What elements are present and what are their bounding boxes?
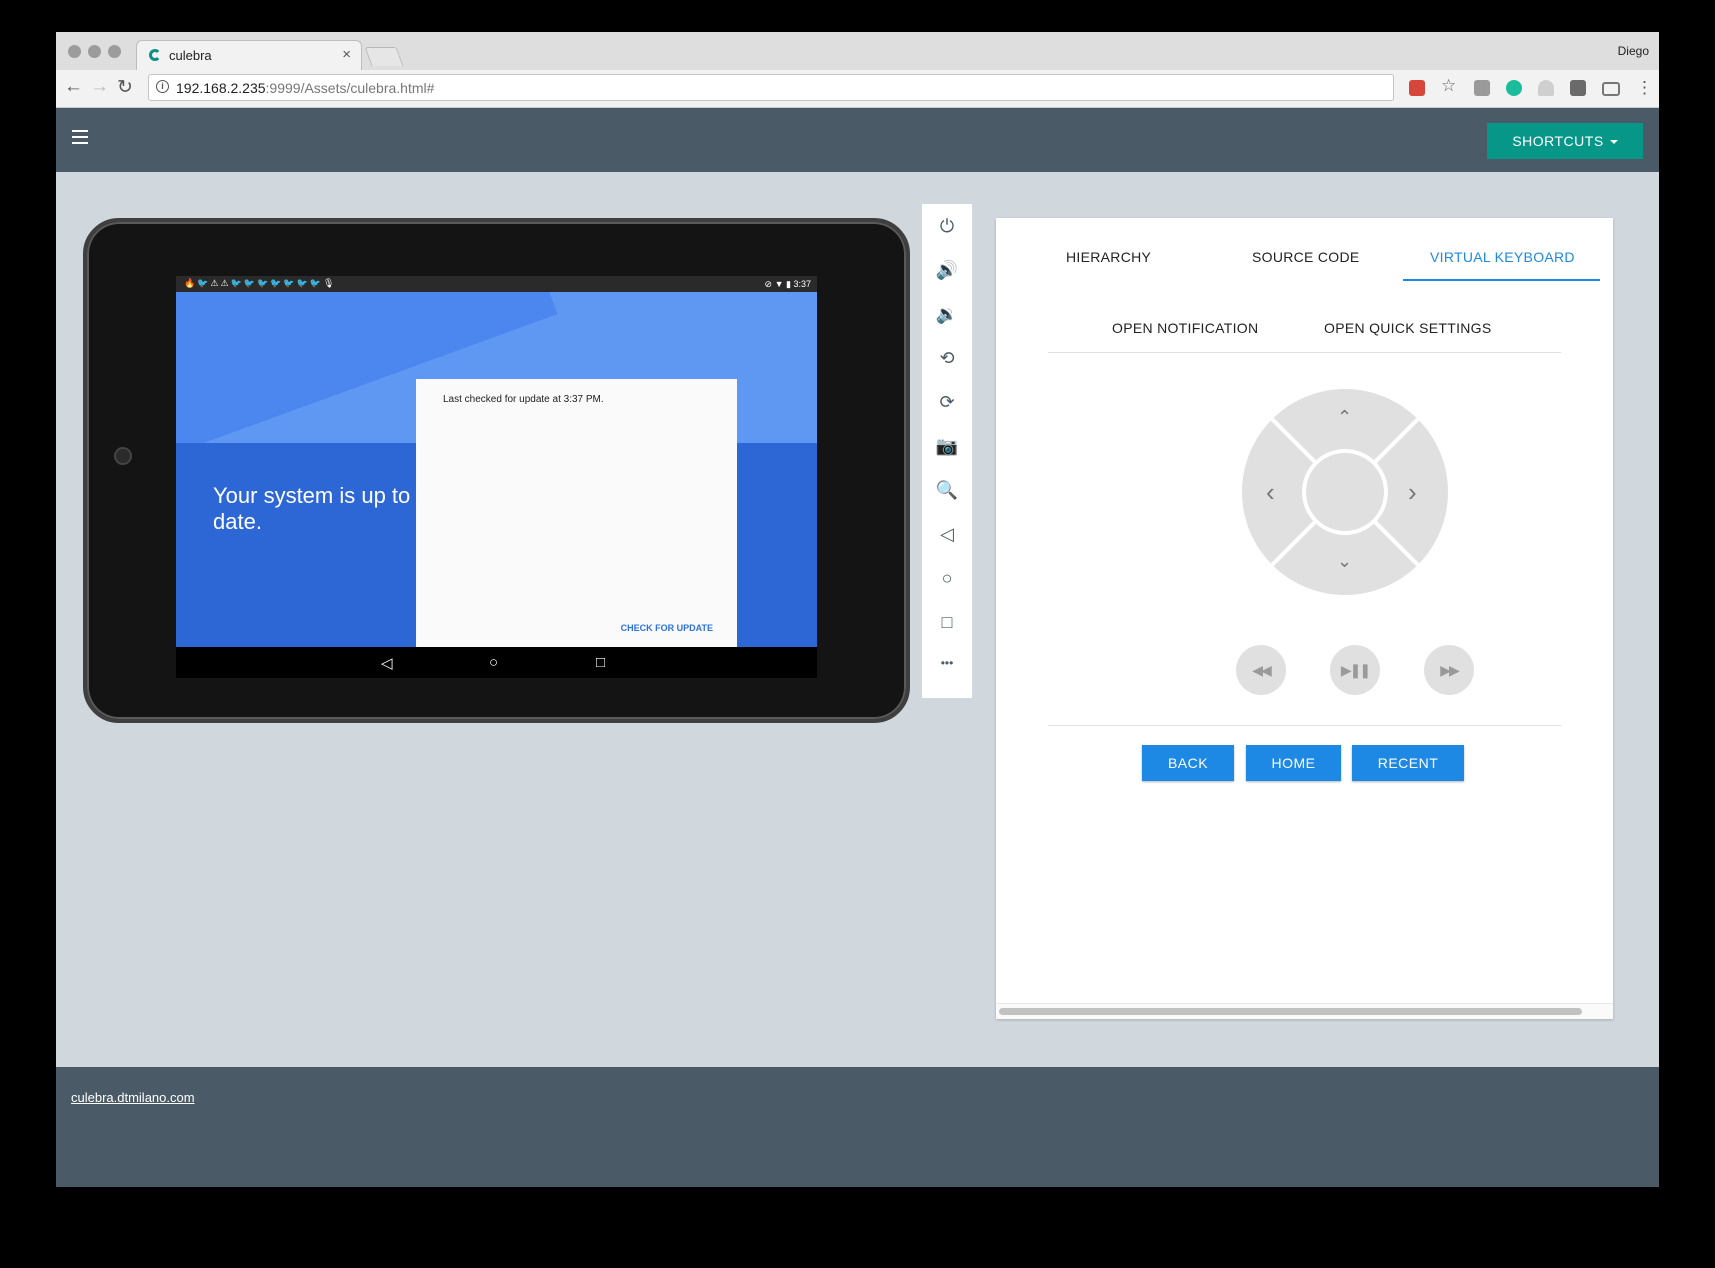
- browser-tab[interactable]: culebra ×: [136, 40, 362, 70]
- drive-extension-icon[interactable]: [1538, 80, 1554, 96]
- bookmark-extension-icon[interactable]: [1409, 80, 1425, 96]
- hamburger-menu-icon[interactable]: [72, 130, 88, 148]
- dpad-center-button[interactable]: [1302, 449, 1388, 535]
- caret-down-icon: [1609, 140, 1618, 145]
- power-icon[interactable]: ⏻: [922, 216, 972, 237]
- status-right: ⊘ ▼ ▮ 3:37: [765, 279, 811, 290]
- browser-window: culebra × Diego ← → ↻ i 192.168.2.235:99…: [56, 32, 1659, 1187]
- dpad-right-icon[interactable]: ›: [1408, 477, 1417, 508]
- app-footer: culebra.dtmilano.com: [56, 1067, 1659, 1187]
- device-screen[interactable]: 🔥🐦⚠⚠🐦🐦🐦🐦🐦🐦🐦🎙 ⊘ ▼ ▮ 3:37 Your system is u…: [176, 276, 817, 678]
- camera-icon: [114, 447, 132, 465]
- android-recent-icon[interactable]: □: [596, 654, 605, 671]
- rotate-left-icon[interactable]: ⟲: [922, 348, 972, 369]
- tab-hierarchy[interactable]: HIERARCHY: [1066, 249, 1151, 265]
- android-home-icon[interactable]: ○: [489, 654, 498, 671]
- browser-titlebar: culebra × Diego: [56, 32, 1659, 70]
- horizontal-scrollbar[interactable]: [996, 1003, 1613, 1019]
- dpad-left-icon[interactable]: ‹: [1266, 477, 1275, 508]
- app-header: SHORTCUTS: [56, 108, 1659, 172]
- device-frame: 🔥🐦⚠⚠🐦🐦🐦🐦🐦🐦🐦🎙 ⊘ ▼ ▮ 3:37 Your system is u…: [83, 218, 910, 723]
- close-window-icon[interactable]: [68, 45, 81, 58]
- reload-icon[interactable]: ↻: [117, 76, 133, 99]
- back-button[interactable]: BACK: [1142, 745, 1234, 781]
- home-button[interactable]: HOME: [1246, 745, 1341, 781]
- m-extension-icon[interactable]: [1506, 80, 1522, 96]
- fast-forward-button[interactable]: ▶▶: [1424, 645, 1474, 695]
- scrollbar-thumb[interactable]: [999, 1008, 1582, 1015]
- android-status-bar: 🔥🐦⚠⚠🐦🐦🐦🐦🐦🐦🐦🎙 ⊘ ▼ ▮ 3:37: [176, 276, 817, 292]
- android-back-icon[interactable]: ◁: [381, 654, 393, 672]
- zoom-in-icon[interactable]: 🔍: [922, 480, 972, 501]
- tab-source-code[interactable]: SOURCE CODE: [1252, 249, 1360, 265]
- shortcuts-button[interactable]: SHORTCUTS: [1487, 123, 1643, 159]
- system-up-to-date-text: Your system is up to date.: [213, 483, 411, 534]
- shortcuts-label: SHORTCUTS: [1512, 133, 1604, 149]
- device-control-toolbar: ⏻ 🔊 🔉 ⟲ ⟳ 📷 🔍 ◁ ○ □ •••: [922, 204, 972, 698]
- recent-button[interactable]: RECENT: [1352, 745, 1464, 781]
- star-bookmark-icon[interactable]: ☆: [1441, 76, 1457, 95]
- recent-apps-icon[interactable]: □: [922, 612, 972, 633]
- new-tab-button[interactable]: [364, 47, 404, 66]
- back-arrow-icon[interactable]: ←: [64, 76, 83, 98]
- url-host: 192.168.2.235: [176, 80, 266, 96]
- rotate-right-icon[interactable]: ⟳: [922, 392, 972, 413]
- open-notification-tab[interactable]: OPEN NOTIFICATION: [1112, 320, 1258, 336]
- tab-close-icon[interactable]: ×: [342, 46, 351, 63]
- volume-up-icon[interactable]: 🔊: [922, 260, 972, 281]
- rewind-button[interactable]: ◀◀: [1236, 645, 1286, 695]
- volume-down-icon[interactable]: 🔉: [922, 304, 972, 325]
- cast-icon[interactable]: [1602, 82, 1620, 96]
- profile-name[interactable]: Diego: [1618, 44, 1649, 58]
- dpad: ⌃ ⌄ ‹ ›: [1242, 389, 1448, 595]
- screenshot-camera-icon[interactable]: 📷: [922, 436, 972, 457]
- system-status-icons: ⊘ ▼ ▮: [764, 279, 791, 289]
- control-panel: HIERARCHY SOURCE CODE VIRTUAL KEYBOARD O…: [996, 218, 1613, 1019]
- forward-arrow-icon[interactable]: →: [90, 76, 109, 98]
- last-checked-text: Last checked for update at 3:37 PM.: [443, 394, 604, 405]
- open-quick-settings-tab[interactable]: OPEN QUICK SETTINGS: [1324, 320, 1492, 336]
- subtab-divider: [1048, 352, 1561, 353]
- tab-title: culebra: [169, 48, 212, 63]
- maximize-window-icon[interactable]: [108, 45, 121, 58]
- play-pause-button[interactable]: ▶❚❚: [1330, 645, 1380, 695]
- culebra-favicon-icon: [149, 49, 161, 61]
- active-tab-indicator: [1403, 279, 1600, 281]
- minimize-window-icon[interactable]: [88, 45, 101, 58]
- more-icon[interactable]: •••: [922, 656, 972, 670]
- notification-icons: 🔥🐦⚠⚠🐦🐦🐦🐦🐦🐦🐦🎙: [184, 278, 337, 288]
- url-text: 192.168.2.235:9999/Assets/culebra.html#: [176, 80, 434, 96]
- media-divider: [1048, 725, 1561, 726]
- browser-toolbar: ← → ↻ i 192.168.2.235:9999/Assets/culebr…: [56, 70, 1659, 108]
- extension-icon[interactable]: [1474, 80, 1490, 96]
- update-card: Last checked for update at 3:37 PM. CHEC…: [416, 379, 737, 647]
- back-icon[interactable]: ◁: [922, 524, 972, 545]
- home-icon[interactable]: ○: [922, 568, 972, 589]
- status-time: 3:37: [793, 279, 811, 289]
- location-extension-icon[interactable]: [1570, 80, 1586, 96]
- browser-menu-icon[interactable]: ⋮: [1636, 78, 1653, 98]
- tab-virtual-keyboard[interactable]: VIRTUAL KEYBOARD: [1430, 249, 1575, 265]
- dpad-up-icon[interactable]: ⌃: [1337, 407, 1352, 428]
- dpad-down-icon[interactable]: ⌄: [1337, 551, 1352, 572]
- check-for-update-button[interactable]: CHECK FOR UPDATE: [621, 623, 713, 633]
- culebra-site-link[interactable]: culebra.dtmilano.com: [71, 1090, 195, 1105]
- android-nav-bar: ◁ ○ □: [176, 647, 817, 678]
- address-bar[interactable]: i 192.168.2.235:9999/Assets/culebra.html…: [148, 74, 1394, 101]
- url-path: :9999/Assets/culebra.html#: [265, 80, 435, 96]
- site-info-icon[interactable]: i: [156, 80, 169, 93]
